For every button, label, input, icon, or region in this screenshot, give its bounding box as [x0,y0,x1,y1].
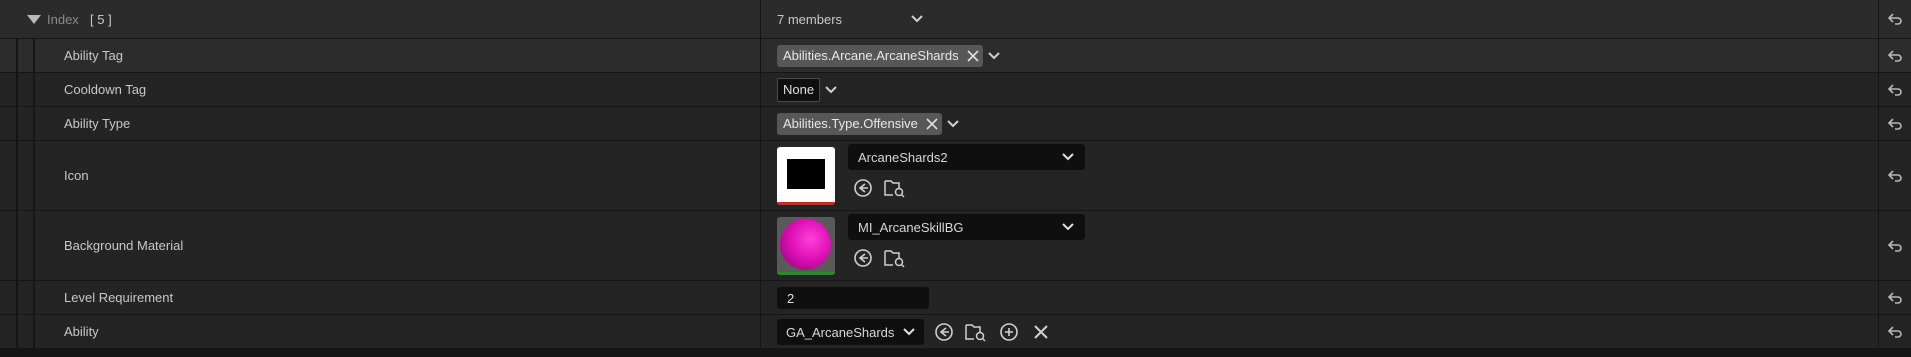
ability-type-label: Ability Type [64,116,131,131]
property-row-ability-tag: Ability Tag Abilities.Arcane.ArcaneShard… [0,39,1911,73]
clear-close-icon[interactable] [1030,321,1052,343]
reset-to-default-icon[interactable] [1878,0,1911,38]
chevron-down-icon [1062,153,1074,161]
ability-class-combo[interactable]: GA_ArcaneShards [777,319,925,345]
ability-tag-chip[interactable]: Abilities.Arcane.ArcaneShards [777,44,983,67]
reset-to-default-icon[interactable] [1878,73,1911,106]
icon-asset-combo[interactable]: ArcaneShards2 [848,144,1085,170]
index-label: Index [47,12,79,27]
reset-to-default-icon[interactable] [1878,281,1911,314]
property-row-cooldown-tag: Cooldown Tag None [0,73,1911,107]
property-row-ability: Ability GA_ArcaneShards [0,315,1911,349]
ability-label: Ability [64,324,99,339]
material-sphere-preview [780,219,831,270]
property-row-background-material: Background Material MI_ArcaneSkillBG [0,211,1911,281]
property-row-icon: Icon ArcaneShards2 [0,141,1911,211]
background-material-label: Background Material [64,238,184,253]
reset-to-default-icon[interactable] [1878,39,1911,72]
material-asset-combo[interactable]: MI_ArcaneSkillBG [848,214,1085,240]
use-selected-icon[interactable] [852,177,874,199]
icon-texture-thumbnail[interactable] [777,147,835,205]
members-chevron-down-icon[interactable] [910,12,924,29]
icon-label: Icon [64,168,89,183]
chevron-down-icon [903,328,916,336]
ability-tag-label: Ability Tag [64,48,124,63]
browse-asset-icon[interactable] [884,247,906,269]
index-number: [ 5 ] [90,12,112,27]
use-selected-icon[interactable] [933,321,955,343]
ability-type-chip[interactable]: Abilities.Type.Offensive [777,112,942,135]
chevron-down-icon [1062,223,1074,231]
reset-to-default-icon[interactable] [1878,107,1911,140]
property-row-level-requirement: Level Requirement 2 [0,281,1911,315]
reset-to-default-icon[interactable] [1878,211,1911,280]
remove-tag-close-icon[interactable] [926,117,938,130]
cooldown-tag-value[interactable]: None [777,77,821,102]
use-selected-icon[interactable] [852,247,874,269]
details-panel: Index [ 5 ] 7 members Ability Tag Abilit… [0,0,1911,357]
ability-type-chevron-down-icon[interactable] [946,117,960,131]
ability-tag-chevron-down-icon[interactable] [987,49,1001,63]
cooldown-tag-label: Cooldown Tag [64,82,147,97]
material-thumbnail[interactable] [777,217,835,275]
expand-triangle-icon[interactable] [27,13,41,28]
level-requirement-input[interactable]: 2 [777,287,929,309]
add-icon[interactable] [998,321,1020,343]
browse-asset-icon[interactable] [965,321,987,343]
reset-to-default-icon[interactable] [1878,141,1911,210]
reset-to-default-icon[interactable] [1878,315,1911,348]
browse-asset-icon[interactable] [884,177,906,199]
property-row-ability-type: Ability Type Abilities.Type.Offensive [0,107,1911,141]
members-count: 7 members [777,12,843,27]
remove-tag-close-icon[interactable] [967,49,979,62]
column-separator [760,0,761,38]
cooldown-tag-chevron-down-icon[interactable] [824,83,838,97]
array-element-header[interactable]: Index [ 5 ] 7 members [0,0,1911,39]
level-requirement-label: Level Requirement [64,290,174,305]
